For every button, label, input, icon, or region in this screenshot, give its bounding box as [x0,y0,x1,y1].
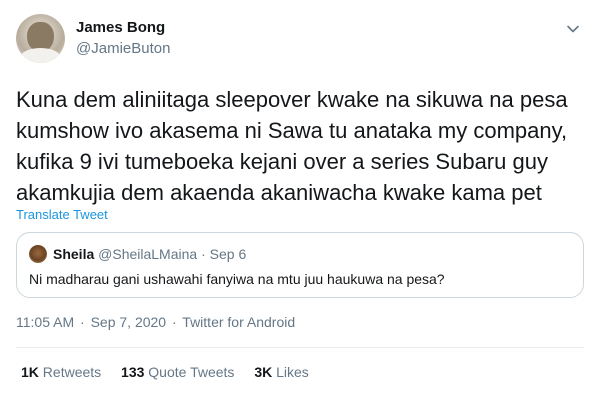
tweet-time[interactable]: 11:05 AM [16,314,74,330]
retweets-stat[interactable]: 1K Retweets [21,364,101,380]
quote-text: Ni madharau gani ushawahi fanyiwa na mtu… [29,271,445,287]
quote-author-avatar [29,245,47,263]
meta-separator: · [171,314,177,330]
quote-tweets-stat[interactable]: 133 Quote Tweets [121,364,234,380]
retweets-count: 1K [21,364,39,380]
tweet-stats: 1K Retweets 133 Quote Tweets 3K Likes [21,364,325,380]
tweet-meta: 11:05 AM · Sep 7, 2020 · Twitter for And… [16,314,295,330]
quote-tweet-card[interactable]: Sheila @SheilaLMaina · Sep 6 Ni madharau… [16,232,584,298]
tweet-source[interactable]: Twitter for Android [182,314,295,330]
quote-tweets-label: Quote Tweets [148,364,235,380]
quote-separator: · [201,246,206,262]
chevron-down-icon[interactable] [566,22,580,36]
quote-author-handle: @SheilaLMaina [98,246,198,262]
quote-header: Sheila @SheilaLMaina · Sep 6 [53,246,246,262]
tweet: James Bong @JamieButon Kuna dem aliniita… [0,0,605,402]
likes-stat[interactable]: 3K Likes [254,364,308,380]
quote-date: Sep 6 [209,246,247,262]
tweet-date[interactable]: Sep 7, 2020 [91,314,167,330]
author-handle[interactable]: @JamieButon [76,40,170,57]
author-avatar[interactable] [16,14,65,63]
likes-count: 3K [254,364,273,380]
quote-author-name: Sheila [53,246,95,262]
tweet-text: Kuna dem aliniitaga sleepover kwake na s… [16,87,568,205]
likes-label: Likes [276,364,309,380]
avatar-shirt [20,48,61,63]
translate-tweet-link[interactable]: Translate Tweet [16,207,108,222]
meta-separator: · [80,314,85,330]
author-name[interactable]: James Bong [76,19,165,36]
divider [16,347,584,348]
retweets-label: Retweets [42,364,102,380]
quote-tweets-count: 133 [121,364,145,380]
